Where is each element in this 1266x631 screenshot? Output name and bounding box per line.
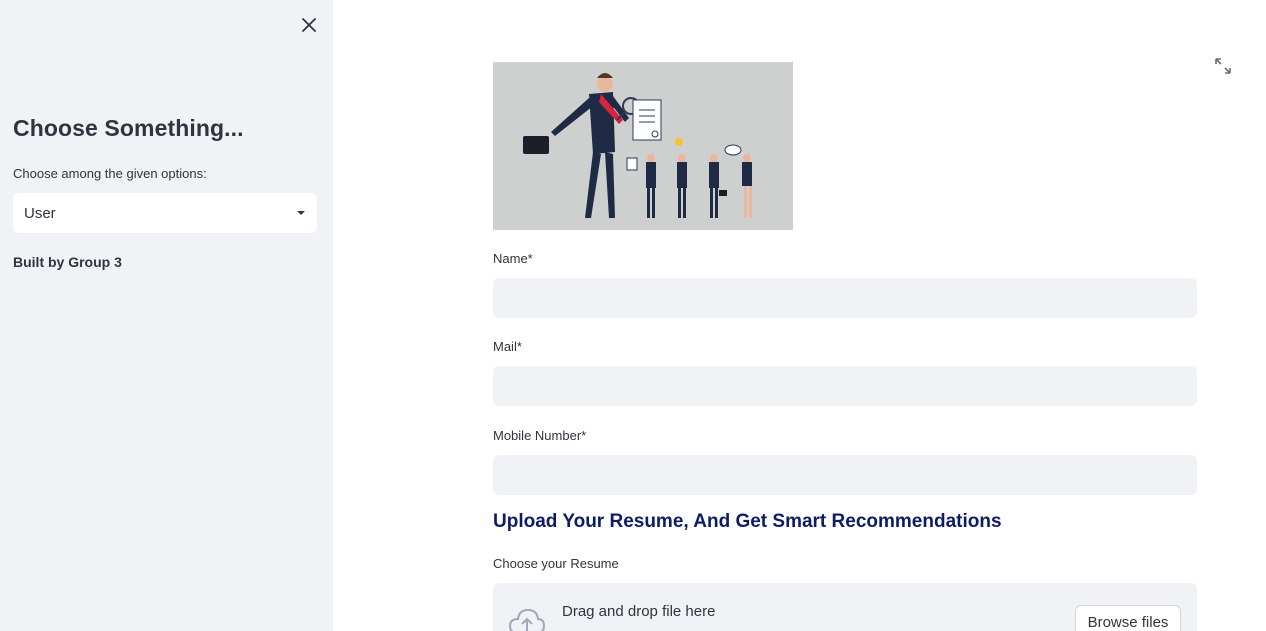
sidebar: Choose Something... Choose among the giv…	[0, 0, 333, 631]
mail-input[interactable]	[493, 366, 1197, 406]
name-input[interactable]	[493, 278, 1197, 318]
sidebar-title: Choose Something...	[13, 115, 244, 141]
main-content: Name* Mail* Mobile Number* Upload Your R…	[333, 0, 1266, 631]
close-icon	[302, 18, 316, 32]
mobile-label: Mobile Number*	[493, 428, 587, 443]
name-label: Name*	[493, 251, 533, 266]
drop-text: Drag and drop file here	[562, 603, 716, 620]
file-dropzone[interactable]: Drag and drop file here Browse files	[493, 583, 1197, 631]
mobile-input[interactable]	[493, 455, 1197, 495]
cloud-upload-icon	[509, 608, 545, 631]
recruiter-illustration	[493, 62, 793, 230]
resume-label: Choose your Resume	[493, 556, 619, 571]
options-select[interactable]: User	[13, 193, 317, 233]
select-value: User	[24, 205, 56, 222]
hero-illustration	[493, 62, 793, 230]
browse-files-button[interactable]: Browse files	[1075, 605, 1181, 631]
credit-text: Built by Group 3	[13, 254, 122, 270]
upload-section-heading: Upload Your Resume, And Get Smart Recomm…	[493, 511, 1002, 532]
expand-icon	[1215, 58, 1231, 74]
mail-label: Mail*	[493, 339, 522, 354]
select-label: Choose among the given options:	[13, 166, 207, 181]
close-sidebar-button[interactable]	[297, 13, 321, 37]
fullscreen-button[interactable]	[1215, 58, 1235, 78]
caret-down-icon	[297, 211, 305, 215]
